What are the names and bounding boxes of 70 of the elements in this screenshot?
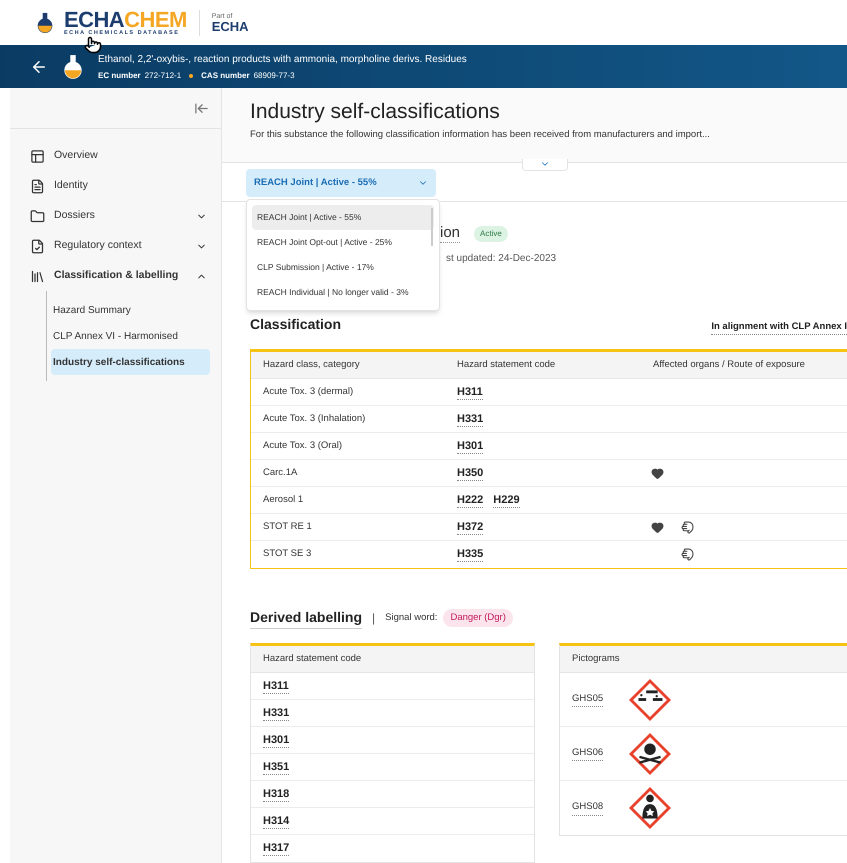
hazard-code-link[interactable]: H314 [263,814,290,828]
logo-text: ECHACHEM [64,8,187,31]
sidebar-item[interactable]: Classification & labelling [10,261,221,291]
column-header: Hazard statement code [456,358,556,372]
separator-text: | [372,610,376,627]
signal-word-label: Signal word: [385,610,438,625]
last-updated-text: st updated: 24-Dec-2023 [446,252,556,266]
pictogram-code-link[interactable]: GHS08 [572,800,604,816]
folder-icon [30,208,45,224]
hazard-code-link[interactable]: H222 [457,492,484,508]
column-header: Hazard statement code [263,652,362,666]
section-heading: Classification [250,315,342,334]
submission-dropdown[interactable]: REACH Joint | Active - 55% [246,169,436,197]
dropdown-option[interactable]: CLP Submission | Active - 17% [252,255,434,280]
submission-title: ion [440,224,460,243]
table-cell-text: Aerosol 1 [262,492,304,507]
sidebar-item[interactable]: Identity [10,171,221,201]
alignment-link[interactable]: In alignment with CLP Annex I [711,320,847,335]
hazard-code-link[interactable]: H311 [263,678,289,694]
status-badge: Active [474,226,508,242]
table-cell-text: Acute Tox. 3 (Inhalation) [262,412,366,426]
pictogram-code-link[interactable]: GHS06 [572,746,604,762]
hazard-code-link[interactable]: H318 [263,786,290,802]
scrollbar-thumb[interactable] [431,208,433,246]
document-icon [30,178,45,194]
sidebar-subitem[interactable]: CLP Annex VI - Harmonised [51,323,210,349]
table-cell-text: Carc.1A [262,466,298,480]
layout-icon [30,148,45,164]
hazard-code-link[interactable]: H351 [263,760,290,774]
cas-number: 68909-77-3 [254,70,295,82]
page-subtitle: For this substance the following classification information has been received from manufacturers and import... [250,128,711,142]
substance-name: Ethanol, 2,2'-oxybis-, reaction products with ammonia, morpholine derivs. Residues [98,52,467,66]
dropdown-option[interactable]: REACH Joint Opt-out | Active - 25% [252,230,434,255]
hand-icon [681,520,694,534]
hazard-code-link[interactable]: H229 [493,492,520,508]
sidebar-item[interactable]: Overview [10,141,221,171]
table-cell-text: Acute Tox. 3 (dermal) [262,384,354,399]
column-header: Pictograms [572,652,620,666]
hazard-code-link[interactable]: H331 [263,706,290,720]
document-check-icon [30,238,45,254]
page-title: Industry self-classifications [250,99,501,125]
column-header: Hazard class, category [262,358,361,372]
ec-number: 272-712-1 [144,70,182,82]
dropdown-option[interactable]: REACH Joint | Active - 55% [252,205,434,230]
pictogram-code-link[interactable]: GHS05 [572,692,604,708]
table-cell-text: STOT SE 3 [262,547,312,562]
collapse-sidebar-icon[interactable] [194,100,209,116]
sidebar-item[interactable]: Dossiers [10,201,221,231]
hand-icon [681,548,694,561]
hazard-code-link[interactable]: H335 [457,547,484,562]
cas-label: CAS number [201,70,250,82]
hazard-code-link[interactable]: H311 [457,384,483,400]
signal-word-badge: Danger (Dgr) [443,608,513,628]
ec-label: EC number [98,70,141,82]
parent-logo-text: ECHA [212,20,249,32]
section-heading: Derived labelling [250,607,362,629]
hazard-code-link[interactable]: H301 [457,438,484,454]
table-cell-text: Acute Tox. 3 (Oral) [262,438,344,453]
hazard-code-link[interactable]: H317 [263,841,290,856]
sidebar-item[interactable]: Regulatory context [10,231,221,261]
hazard-code-link[interactable]: H350 [457,466,484,480]
book-icon [30,268,45,284]
hazard-code-link[interactable]: H301 [263,732,290,748]
hazard-code-link[interactable]: H331 [457,412,484,426]
hazard-code-link[interactable]: H372 [457,520,484,534]
sidebar-subitem[interactable]: Industry self-classifications [51,349,210,375]
column-header: Affected organs / Route of exposure [652,358,806,372]
sidebar-subitem[interactable]: Hazard Summary [51,297,210,323]
dropdown-option[interactable]: REACH Individual | No longer valid - 3% [252,280,434,305]
table-cell-text: STOT RE 1 [262,520,313,534]
